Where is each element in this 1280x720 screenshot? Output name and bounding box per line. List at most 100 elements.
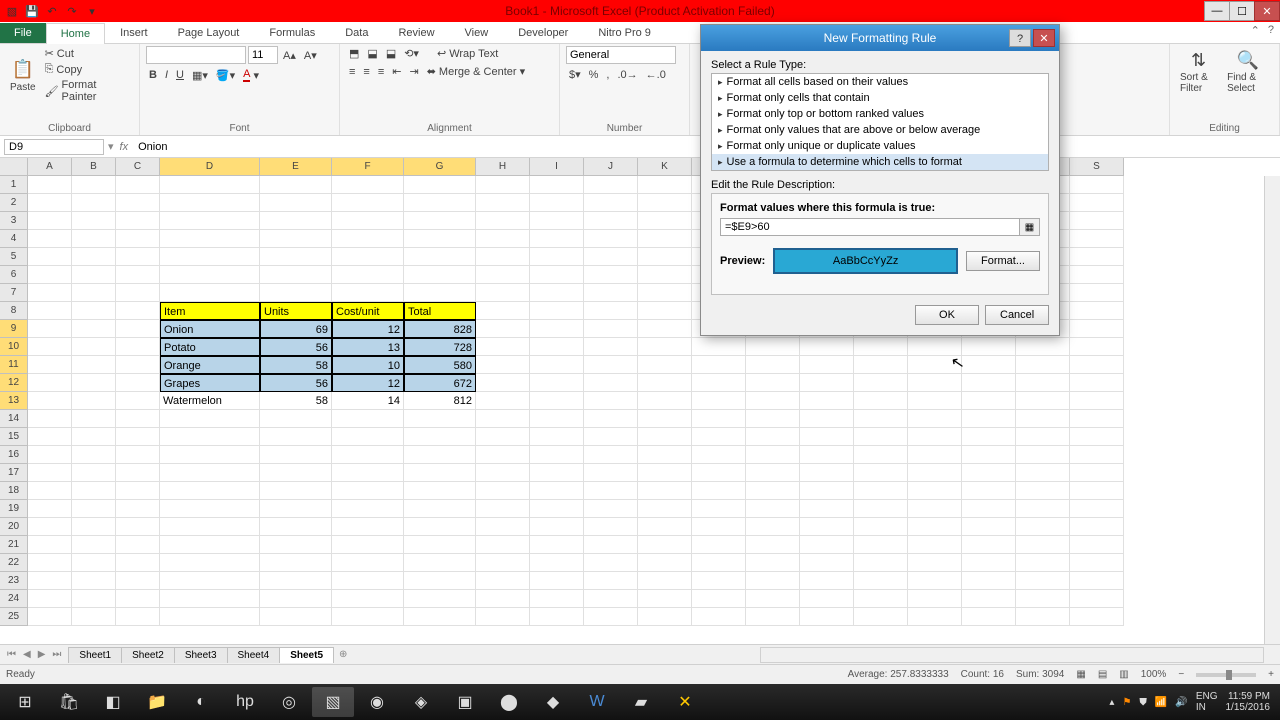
row-header[interactable]: 16 <box>0 446 28 464</box>
minimize-button[interactable]: — <box>1204 1 1230 21</box>
borders-icon[interactable]: ▦▾ <box>189 68 211 83</box>
dialog-titlebar[interactable]: New Formatting Rule ? ✕ <box>701 25 1059 51</box>
cut-button[interactable]: ✂Cut <box>42 46 133 61</box>
tab-formulas[interactable]: Formulas <box>254 22 330 43</box>
tray-network-icon[interactable]: 📶 <box>1155 697 1167 708</box>
grow-font-icon[interactable]: A▴ <box>280 48 299 63</box>
zoom-out-icon[interactable]: − <box>1178 669 1184 680</box>
row-header[interactable]: 17 <box>0 464 28 482</box>
column-header[interactable]: S <box>1070 158 1124 176</box>
number-format-combo[interactable]: General <box>566 46 676 64</box>
sheet-nav-prev-icon[interactable]: ◀ <box>20 649 34 660</box>
paste-button[interactable]: 📋Paste <box>6 56 40 95</box>
cell[interactable]: Watermelon <box>160 392 260 410</box>
dialog-help-button[interactable]: ? <box>1009 29 1031 47</box>
shrink-font-icon[interactable]: A▾ <box>301 48 320 63</box>
find-select-button[interactable]: 🔍Find & Select <box>1223 46 1273 96</box>
column-header[interactable]: D <box>160 158 260 176</box>
cell[interactable]: Grapes <box>160 374 260 392</box>
column-header[interactable]: C <box>116 158 160 176</box>
column-header[interactable]: H <box>476 158 530 176</box>
increase-decimal-icon[interactable]: .0→ <box>614 68 640 82</box>
decrease-indent-icon[interactable]: ⇤ <box>389 64 404 79</box>
sheet-tab[interactable]: Sheet1 <box>68 647 122 663</box>
rule-type-item[interactable]: Format only cells that contain <box>712 90 1048 106</box>
cell[interactable]: Cost/unit <box>332 302 404 320</box>
zoom-in-icon[interactable]: + <box>1268 669 1274 680</box>
ribbon-minimize-icon[interactable]: ⌃ <box>1251 24 1260 37</box>
decrease-decimal-icon[interactable]: ←.0 <box>643 68 669 82</box>
tray-volume-icon[interactable]: 🔊 <box>1175 697 1187 708</box>
cell[interactable]: 580 <box>404 356 476 374</box>
row-header[interactable]: 10 <box>0 338 28 356</box>
cell[interactable]: Item <box>160 302 260 320</box>
cell[interactable]: 12 <box>332 320 404 338</box>
column-header[interactable]: B <box>72 158 116 176</box>
orientation-icon[interactable]: ⟲▾ <box>401 46 422 61</box>
fx-icon[interactable]: fx <box>114 141 135 153</box>
task-app2-icon[interactable]: ◐ <box>180 687 222 717</box>
row-header[interactable]: 2 <box>0 194 28 212</box>
row-header[interactable]: 21 <box>0 536 28 554</box>
task-hp-icon[interactable]: hp <box>224 687 266 717</box>
increase-indent-icon[interactable]: ⇥ <box>406 64 421 79</box>
restore-button[interactable]: ☐ <box>1229 1 1255 21</box>
tray-clock[interactable]: 11:59 PM1/15/2016 <box>1226 691 1271 713</box>
row-header[interactable]: 23 <box>0 572 28 590</box>
column-header[interactable]: A <box>28 158 72 176</box>
font-family-combo[interactable] <box>146 46 246 64</box>
save-icon[interactable]: 💾 <box>23 2 41 20</box>
font-color-icon[interactable]: A▾ <box>240 67 262 83</box>
task-word-icon[interactable]: W <box>576 687 618 717</box>
task-app3-icon[interactable]: ◎ <box>268 687 310 717</box>
row-header[interactable]: 14 <box>0 410 28 428</box>
new-sheet-icon[interactable]: ⊕ <box>333 649 353 660</box>
task-excel-icon[interactable]: ▧ <box>312 687 354 717</box>
tray-up-icon[interactable]: ▴ <box>1109 697 1114 708</box>
task-store-icon[interactable]: 🛍 <box>48 687 90 717</box>
task-app9-icon[interactable]: ✕ <box>664 687 706 717</box>
format-button[interactable]: Format... <box>966 251 1040 271</box>
name-box[interactable] <box>4 139 104 155</box>
italic-button[interactable]: I <box>162 68 171 82</box>
rule-type-item[interactable]: Format all cells based on their values <box>712 74 1048 90</box>
align-bottom-icon[interactable]: ⬓ <box>383 46 399 61</box>
row-header[interactable]: 18 <box>0 482 28 500</box>
cell[interactable]: 56 <box>260 338 332 356</box>
sheet-nav-first-icon[interactable]: ⏮ <box>4 649 19 660</box>
tray-flag-icon[interactable]: ⚑ <box>1122 697 1131 708</box>
cell[interactable]: Units <box>260 302 332 320</box>
cell[interactable]: 828 <box>404 320 476 338</box>
rule-type-item[interactable]: Format only values that are above or bel… <box>712 122 1048 138</box>
tab-insert[interactable]: Insert <box>105 22 163 43</box>
select-all-button[interactable] <box>0 158 28 176</box>
row-header[interactable]: 3 <box>0 212 28 230</box>
font-size-combo[interactable]: 11 <box>248 46 278 64</box>
sheet-tab[interactable]: Sheet4 <box>227 647 281 663</box>
column-header[interactable]: J <box>584 158 638 176</box>
help-icon[interactable]: ? <box>1268 24 1274 37</box>
row-header[interactable]: 4 <box>0 230 28 248</box>
cell[interactable]: Potato <box>160 338 260 356</box>
comma-icon[interactable]: , <box>603 68 612 82</box>
task-app-icon[interactable]: ◧ <box>92 687 134 717</box>
start-button[interactable]: ⊞ <box>4 687 46 717</box>
column-header[interactable]: F <box>332 158 404 176</box>
task-folder-icon[interactable]: 📁 <box>136 687 178 717</box>
tab-review[interactable]: Review <box>383 22 449 43</box>
cell[interactable]: 13 <box>332 338 404 356</box>
cell[interactable]: 69 <box>260 320 332 338</box>
redo-icon[interactable]: ↷ <box>63 2 81 20</box>
ok-button[interactable]: OK <box>915 305 979 325</box>
underline-button[interactable]: U <box>173 68 187 82</box>
row-header[interactable]: 7 <box>0 284 28 302</box>
sheet-tab[interactable]: Sheet5 <box>279 647 334 663</box>
sheet-nav-last-icon[interactable]: ⏭ <box>49 649 64 660</box>
tab-page-layout[interactable]: Page Layout <box>163 22 255 43</box>
align-left-icon[interactable]: ≡ <box>346 65 358 79</box>
task-app7-icon[interactable]: ◆ <box>532 687 574 717</box>
tray-language[interactable]: ENGIN <box>1196 691 1218 713</box>
cell[interactable]: Orange <box>160 356 260 374</box>
row-header[interactable]: 15 <box>0 428 28 446</box>
row-header[interactable]: 22 <box>0 554 28 572</box>
